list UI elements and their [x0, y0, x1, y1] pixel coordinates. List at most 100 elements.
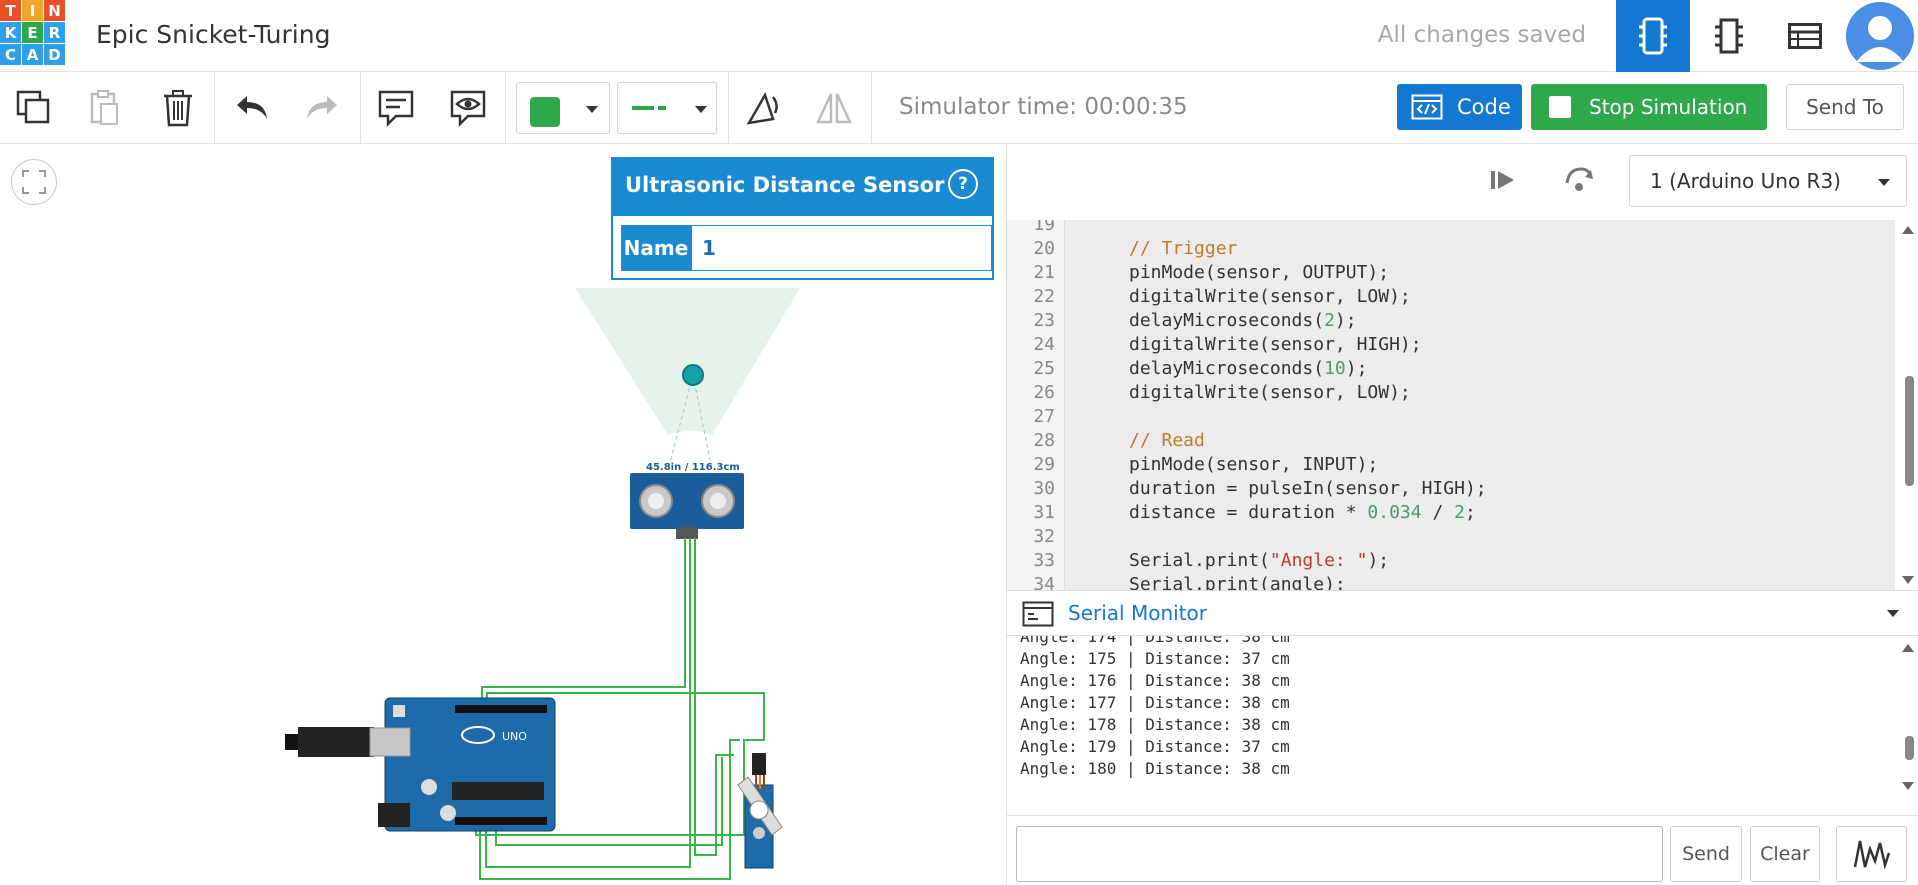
wire-type-dropdown[interactable]: [617, 82, 717, 134]
code-editor[interactable]: 19 20 21 22 23 24 25 26 27 28 29 30 31 32 33 34 // Trig…: [1007, 220, 1918, 590]
line-number: 32: [1033, 526, 1055, 547]
code-line: pinMode(sensor, OUTPUT);: [1129, 262, 1389, 283]
trash-icon: [164, 90, 192, 127]
code-token: );: [1367, 550, 1390, 571]
line-number: 27: [1033, 406, 1055, 427]
serial-scroll-thumb[interactable]: [1905, 736, 1914, 760]
delete-button[interactable]: [154, 84, 202, 132]
debug-step-over-button[interactable]: [1563, 165, 1595, 199]
toolbar-divider: [360, 72, 361, 144]
save-status: All changes saved: [1377, 22, 1586, 48]
code-line: // Trigger: [1129, 238, 1237, 259]
scroll-up-arrow-icon[interactable]: [1902, 644, 1914, 652]
circuit-view-button[interactable]: [1616, 0, 1690, 72]
line-number: 34: [1033, 574, 1055, 590]
code-button[interactable]: Code: [1397, 84, 1522, 130]
copy-icon: [16, 90, 50, 124]
scroll-down-arrow-icon[interactable]: [1902, 782, 1914, 790]
circuit-canvas[interactable]: UNO 45.8in / 116.3cm Ultrasonic Distance…: [0, 145, 1006, 885]
code-token: delayMicroseconds(: [1129, 358, 1325, 379]
line-number: 29: [1033, 454, 1055, 475]
send-to-button[interactable]: Send To: [1786, 84, 1904, 130]
scroll-down-arrow-icon[interactable]: [1902, 576, 1914, 584]
code-token: /: [1421, 502, 1455, 523]
serial-send-button[interactable]: Send: [1670, 826, 1742, 882]
copy-button[interactable]: [10, 84, 58, 132]
arduino-uno-label: UNO: [502, 730, 527, 743]
line-number: 23: [1033, 310, 1055, 331]
schematic-view-button[interactable]: [1692, 0, 1766, 72]
step-icon: [1491, 171, 1514, 189]
code-panel: 1 (Arduino Uno R3) 19 20 21 22 23 24 25 26 27 28 2…: [1006, 145, 1918, 885]
code-token: digitalWrite(sensor, LOW);: [1129, 286, 1411, 307]
undo-button[interactable]: [228, 84, 276, 132]
flip-button[interactable]: [810, 84, 858, 132]
graph-icon: [1853, 840, 1890, 870]
code-panel-toolbar: 1 (Arduino Uno R3): [1007, 145, 1918, 221]
board-select[interactable]: 1 (Arduino Uno R3): [1629, 155, 1907, 207]
sensor-detection-cone: [575, 288, 800, 435]
code-token: "Angle: ": [1269, 550, 1368, 571]
logo-letter: E: [22, 22, 43, 43]
circuit-view-icon: [1639, 17, 1667, 55]
paste-button[interactable]: [80, 84, 128, 132]
code-token: 0.034: [1367, 502, 1422, 523]
inspector-panel: Ultrasonic Distance Sensor ? Name: [611, 157, 994, 280]
rotate-button[interactable]: [738, 84, 786, 132]
name-input[interactable]: [691, 225, 992, 271]
line-number: 31: [1033, 502, 1055, 523]
wire-style-icon: [632, 106, 654, 110]
code-token: 2: [1324, 310, 1335, 331]
toggle-notes-visibility-button[interactable]: [444, 84, 492, 132]
code-token: // Trigger: [1129, 238, 1238, 259]
editor-scrollbar[interactable]: [1895, 220, 1918, 590]
line-number: 22: [1033, 286, 1055, 307]
serial-plotter-button[interactable]: [1836, 826, 1907, 882]
code-line: Serial.print("Angle: ");: [1129, 550, 1389, 571]
serial-input[interactable]: [1016, 826, 1663, 882]
chevron-down-icon: [586, 106, 598, 113]
serial-clear-button[interactable]: Clear: [1750, 826, 1820, 882]
fill-color-dropdown[interactable]: [516, 82, 610, 134]
tinkercad-logo[interactable]: T I N K E R C A D: [0, 0, 66, 70]
stop-simulation-button[interactable]: Stop Simulation: [1531, 84, 1767, 130]
edit-toolbar: Simulator time: 00:00:35 Code Stop Simul…: [0, 72, 1918, 144]
project-title[interactable]: Epic Snicket-Turing: [96, 20, 330, 49]
code-token: );: [1334, 310, 1357, 331]
toolbar-divider: [871, 72, 872, 144]
code-button-label: Code: [1457, 95, 1511, 119]
chevron-down-icon: [1878, 179, 1890, 186]
serial-scrollbar[interactable]: [1895, 636, 1918, 796]
board-select-value: 1 (Arduino Uno R3): [1650, 169, 1841, 193]
stop-simulation-label: Stop Simulation: [1589, 95, 1748, 119]
fill-color-swatch: [530, 97, 560, 127]
component-list-button[interactable]: [1768, 0, 1842, 72]
arduino-uno-board: UNO: [285, 697, 556, 832]
scroll-up-arrow-icon[interactable]: [1902, 226, 1914, 234]
help-icon[interactable]: ?: [948, 169, 978, 199]
user-icon: [1856, 16, 1904, 62]
line-number-gutter: 19 20 21 22 23 24 25 26 27 28 29 30 31 32 33 34: [1007, 220, 1065, 590]
notes-button[interactable]: [372, 84, 420, 132]
user-avatar[interactable]: [1846, 2, 1914, 70]
undo-icon: [237, 96, 267, 119]
code-token: delayMicroseconds(: [1129, 310, 1325, 331]
editor-scroll-thumb[interactable]: [1905, 376, 1914, 486]
line-number: 26: [1033, 382, 1055, 403]
name-row: Name: [621, 225, 992, 271]
debug-step-button[interactable]: [1487, 165, 1517, 199]
app-header: T I N K E R C A D Epic Snicket-Turing Al…: [0, 0, 1918, 72]
redo-button[interactable]: [298, 84, 346, 132]
toolbar-divider: [505, 72, 506, 144]
table-icon: [1788, 23, 1822, 49]
sensor-reading-label: 45.8in / 116.3cm: [646, 462, 740, 473]
code-token: digitalWrite(sensor, LOW);: [1129, 382, 1411, 403]
logo-letter: A: [22, 44, 43, 65]
schematic-view-icon: [1715, 18, 1743, 54]
chevron-down-icon[interactable]: [1887, 610, 1899, 617]
serial-monitor-header[interactable]: Serial Monitor: [1007, 590, 1918, 636]
serial-input-bar: Send Clear: [1007, 815, 1918, 885]
serial-monitor-output: Angle: 174 | Distance: 38 cm Angle: 175 |…: [1007, 636, 1918, 796]
logo-letter: R: [44, 22, 65, 43]
simulator-time: Simulator time: 00:00:35: [899, 94, 1188, 120]
